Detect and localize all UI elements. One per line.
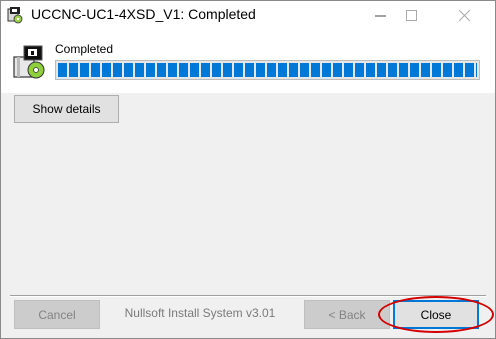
package-disc-icon	[12, 45, 46, 79]
footer-divider	[10, 295, 486, 297]
close-button[interactable]: Close	[393, 300, 479, 329]
close-icon	[459, 10, 471, 22]
maximize-icon	[406, 10, 417, 21]
show-details-button[interactable]: Show details	[14, 95, 119, 123]
maximize-button[interactable]	[389, 0, 435, 31]
status-text: Completed	[55, 42, 114, 56]
back-button[interactable]: < Back	[304, 300, 390, 329]
cancel-button[interactable]: Cancel	[14, 300, 100, 329]
window-close-button[interactable]	[442, 0, 488, 31]
progress-bar	[55, 60, 480, 80]
window-title: UCCNC-UC1-4XSD_V1: Completed	[31, 6, 256, 22]
minimize-icon	[375, 15, 386, 17]
branding-text: Nullsoft Install System v3.01	[124, 306, 276, 320]
installer-icon	[6, 6, 24, 24]
progress-fill	[58, 63, 477, 77]
title-bar: UCCNC-UC1-4XSD_V1: Completed	[0, 0, 496, 31]
